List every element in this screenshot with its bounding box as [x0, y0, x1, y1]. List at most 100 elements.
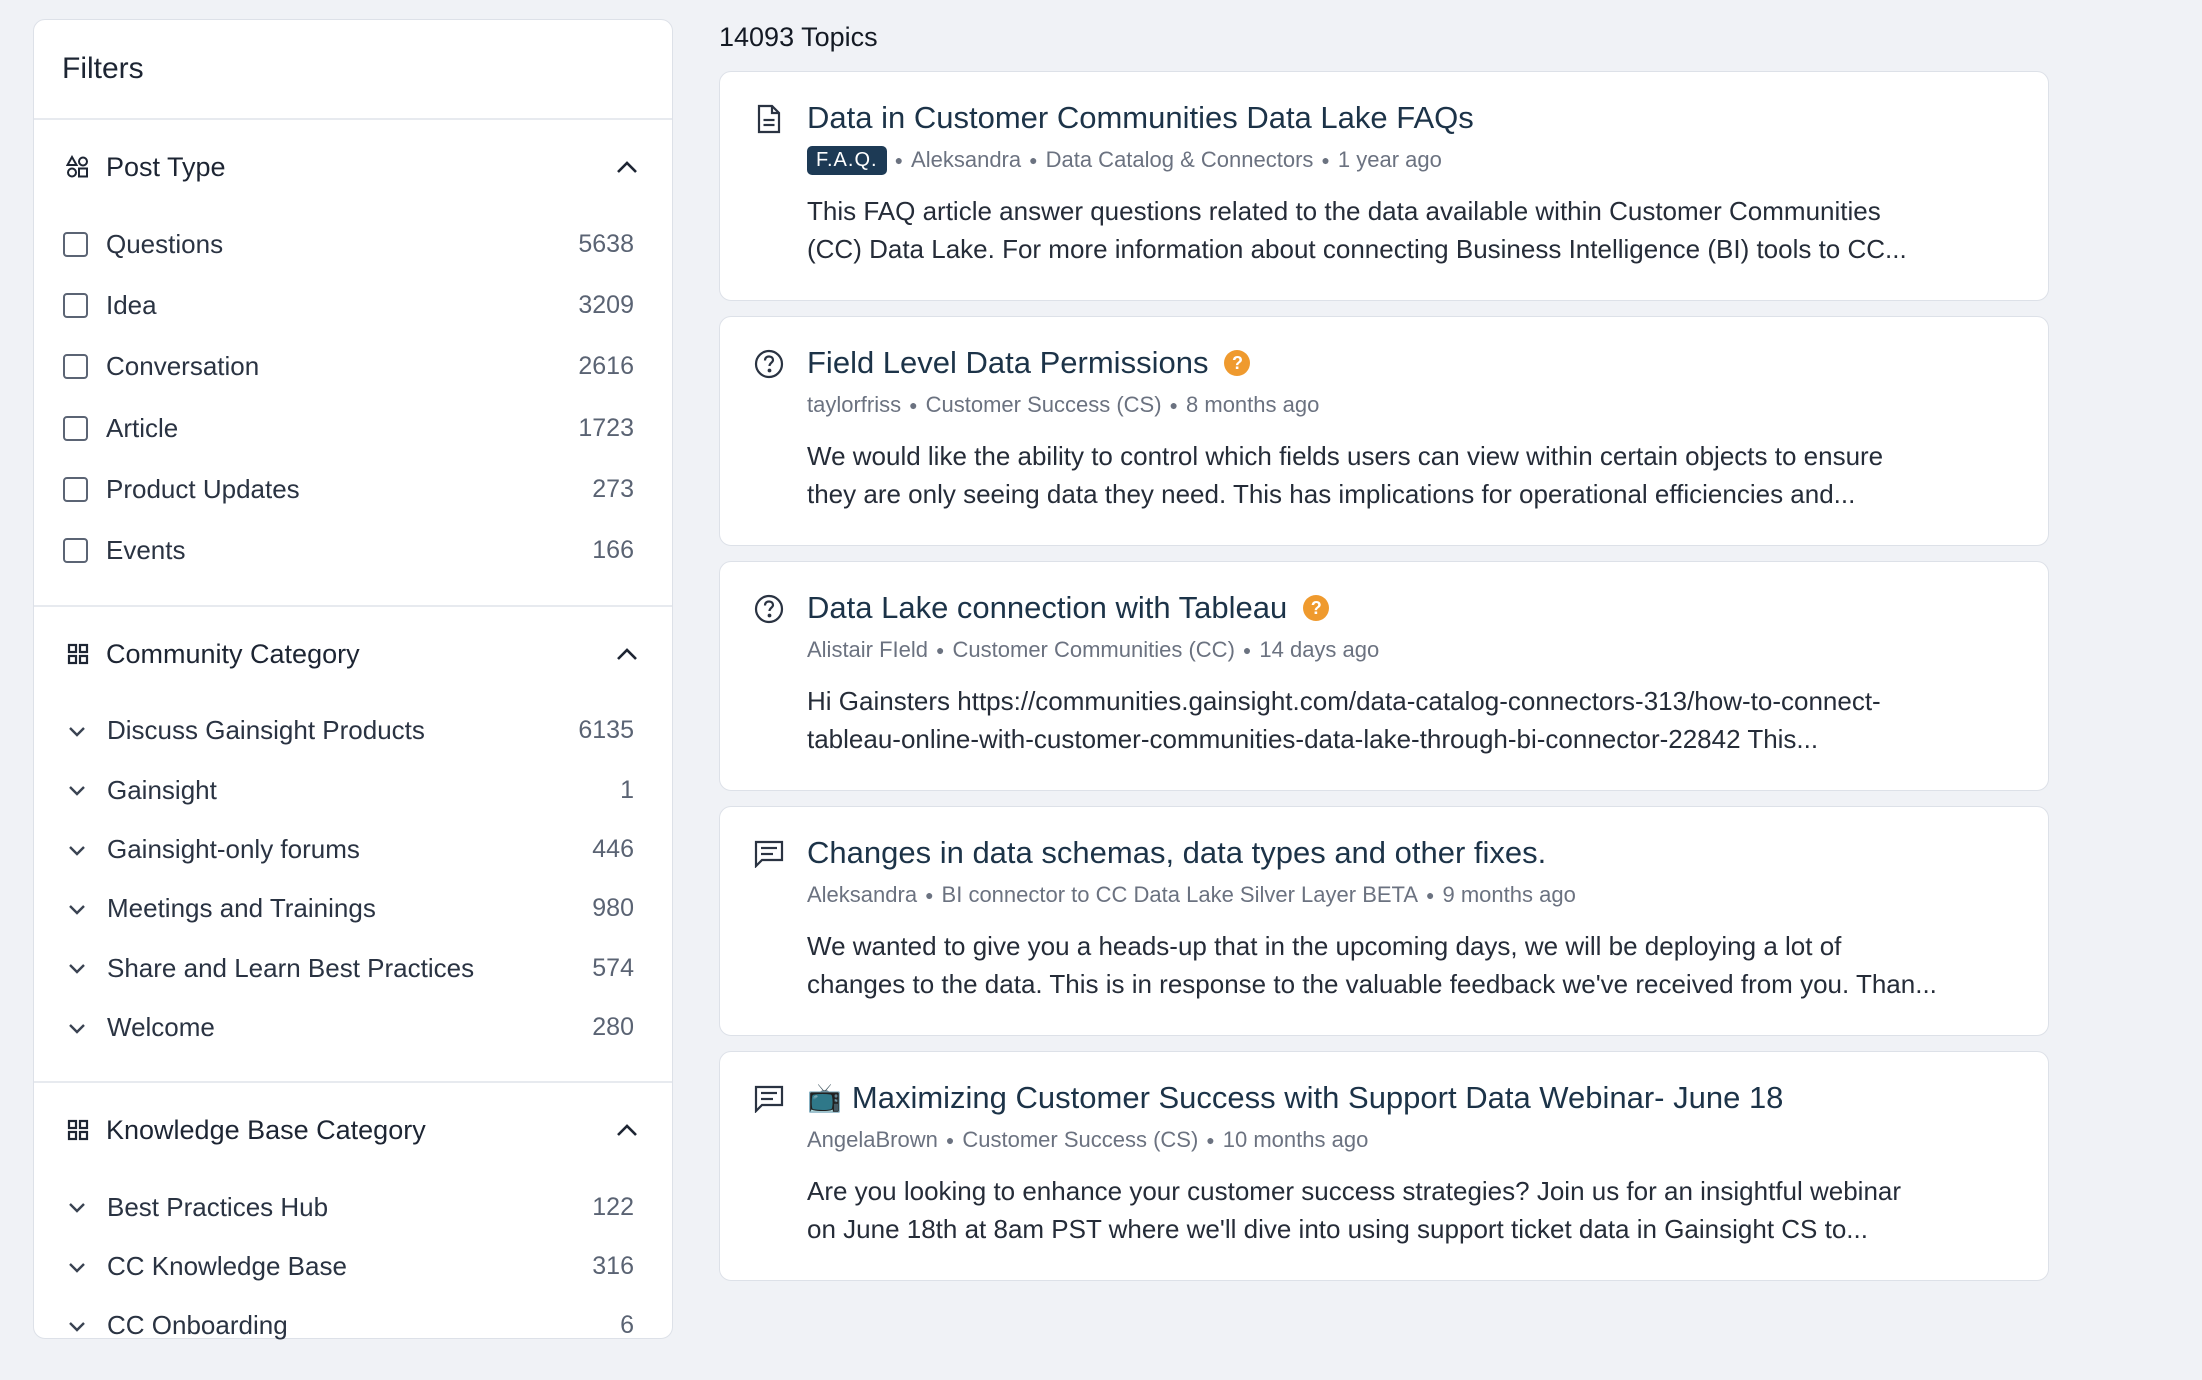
topic-author[interactable]: taylorfriss: [807, 392, 901, 418]
topic-meta: Alistair FIeld ● Customer Communities (C…: [807, 634, 2020, 666]
category-item[interactable]: Gainsight-only forums 446: [34, 820, 672, 879]
kb-category-list: Best Practices Hub 122 CC Knowledge Base…: [34, 1177, 672, 1379]
post-type-option-questions[interactable]: Questions 5638: [34, 214, 672, 275]
category-count: 6: [620, 1311, 634, 1340]
post-type-title: Post Type: [106, 151, 226, 182]
topic-title-text[interactable]: Changes in data schemas, data types and …: [807, 833, 1546, 873]
topic-author[interactable]: Aleksandra: [807, 882, 917, 908]
chevron-down-icon[interactable]: [63, 1014, 91, 1042]
conversation-icon: [752, 1082, 786, 1116]
post-type-option-conversation[interactable]: Conversation 2616: [34, 336, 672, 397]
topic-author[interactable]: AngelaBrown: [807, 1127, 938, 1153]
option-count: 3209: [578, 291, 634, 320]
category-label: Welcome: [107, 1012, 215, 1043]
chevron-down-icon[interactable]: [63, 895, 91, 923]
topic-card[interactable]: Changes in data schemas, data types and …: [719, 806, 2049, 1036]
separator-dot: ●: [1242, 642, 1252, 658]
question-badge-icon: ?: [1224, 350, 1251, 376]
topic-excerpt: We wanted to give you a heads-up that in…: [807, 927, 2020, 1003]
checkbox[interactable]: [63, 293, 88, 319]
category-item[interactable]: Welcome 280: [34, 998, 672, 1057]
topic-title[interactable]: Changes in data schemas, data types and …: [807, 833, 2020, 873]
topic-category[interactable]: Customer Communities (CC): [953, 637, 1235, 663]
topic-time: 10 months ago: [1222, 1127, 1369, 1152]
topic-category[interactable]: Customer Success (CS): [926, 392, 1162, 418]
category-item[interactable]: Gainsight 1: [34, 761, 672, 820]
topic-title-text[interactable]: Data Lake connection with Tableau: [807, 588, 1287, 628]
category-item[interactable]: Meetings and Trainings 980: [34, 879, 672, 938]
topic-meta: taylorfriss ● Customer Success (CS) ● 8 …: [807, 389, 2020, 421]
category-count: 980: [592, 894, 634, 923]
topic-title-text[interactable]: Maximizing Customer Success with Support…: [852, 1078, 1784, 1118]
chevron-down-icon[interactable]: [63, 1312, 91, 1340]
topic-title-text[interactable]: Data in Customer Communities Data Lake F…: [807, 98, 1474, 138]
topic-author[interactable]: Alistair FIeld: [807, 637, 928, 663]
category-label: Gainsight: [107, 774, 217, 805]
post-type-option-idea[interactable]: Idea 3209: [34, 275, 672, 336]
kb-category-section: Knowledge Base Category Best Practices H…: [34, 1083, 672, 1379]
chevron-down-icon[interactable]: [63, 1253, 91, 1281]
topic-time: 14 days ago: [1259, 637, 1380, 662]
category-item[interactable]: CC Onboarding 6: [34, 1296, 672, 1355]
filters-title: Filters: [34, 20, 672, 120]
option-label: Questions: [106, 229, 224, 260]
topic-title[interactable]: 📺 Maximizing Customer Success with Suppo…: [807, 1078, 2020, 1118]
kb-category-header[interactable]: Knowledge Base Category: [34, 1083, 672, 1177]
category-item[interactable]: CC Knowledge Base 316: [34, 1237, 672, 1296]
topic-category[interactable]: Customer Success (CS): [962, 1127, 1198, 1153]
topic-title[interactable]: Data in Customer Communities Data Lake F…: [807, 98, 2020, 138]
topic-meta: AngelaBrown ● Customer Success (CS) ● 10…: [807, 1124, 2020, 1156]
topic-time: 9 months ago: [1442, 882, 1576, 907]
option-label: Article: [106, 412, 179, 443]
chevron-down-icon[interactable]: [63, 1193, 91, 1221]
chevron-up-icon[interactable]: [610, 637, 644, 671]
option-label: Product Updates: [106, 473, 300, 504]
topic-body: Data in Customer Communities Data Lake F…: [807, 98, 2020, 268]
chevron-up-icon[interactable]: [610, 150, 644, 184]
separator-dot: ●: [945, 1132, 955, 1148]
checkbox[interactable]: [63, 415, 88, 441]
chevron-down-icon[interactable]: [63, 717, 91, 745]
community-category-list: Discuss Gainsight Products 6135 Gainsigh…: [34, 701, 672, 1081]
checkbox[interactable]: [63, 232, 88, 258]
topic-title-text[interactable]: Field Level Data Permissions: [807, 343, 1208, 383]
post-type-option-events[interactable]: Events 166: [34, 520, 672, 581]
post-type-option-product-updates[interactable]: Product Updates 273: [34, 459, 672, 520]
category-item[interactable]: Share and Learn Best Practices 574: [34, 939, 672, 998]
category-item[interactable]: Discuss Gainsight Products 6135: [34, 701, 672, 760]
checkbox[interactable]: [63, 538, 88, 564]
topic-category[interactable]: Data Catalog & Connectors: [1046, 147, 1314, 173]
excerpt-line: This FAQ article answer questions relate…: [807, 196, 1881, 226]
topic-meta: F.A.Q. ● Aleksandra ● Data Catalog & Con…: [807, 144, 2020, 176]
topic-title[interactable]: Data Lake connection with Tableau ?: [807, 588, 2020, 628]
post-type-header[interactable]: Post Type: [34, 120, 672, 214]
separator-dot: ●: [1426, 887, 1435, 903]
topic-card[interactable]: Data Lake connection with Tableau ? Alis…: [719, 561, 2049, 791]
checkbox[interactable]: [63, 476, 88, 502]
chevron-down-icon[interactable]: [63, 836, 91, 864]
category-label: CC Onboarding: [107, 1310, 288, 1341]
community-category-header[interactable]: Community Category: [34, 607, 672, 701]
category-item[interactable]: Best Practices Hub 122: [34, 1177, 672, 1236]
category-label: Discuss Gainsight Products: [107, 715, 425, 746]
category-count: 122: [592, 1192, 634, 1221]
category-count: 280: [592, 1013, 634, 1042]
excerpt-line: Hi Gainsters https://communities.gainsig…: [807, 686, 1881, 716]
checkbox[interactable]: [63, 354, 88, 380]
topic-title[interactable]: Field Level Data Permissions ?: [807, 343, 2020, 383]
category-label: Share and Learn Best Practices: [107, 952, 475, 983]
topic-card[interactable]: Data in Customer Communities Data Lake F…: [719, 71, 2049, 301]
chevron-up-icon[interactable]: [610, 1113, 644, 1147]
separator-dot: ●: [1321, 152, 1330, 168]
separator-dot: ●: [1169, 397, 1179, 413]
question-circle-icon: [752, 347, 786, 381]
topic-body: Data Lake connection with Tableau ? Alis…: [807, 588, 2020, 758]
chevron-down-icon[interactable]: [63, 954, 91, 982]
option-label: Conversation: [106, 351, 260, 382]
topic-author[interactable]: Aleksandra: [911, 147, 1021, 173]
chevron-down-icon[interactable]: [63, 776, 91, 804]
post-type-option-article[interactable]: Article 1723: [34, 398, 672, 459]
topic-category[interactable]: BI connector to CC Data Lake Silver Laye…: [942, 882, 1418, 908]
topic-card[interactable]: 📺 Maximizing Customer Success with Suppo…: [719, 1051, 2049, 1281]
topic-card[interactable]: Field Level Data Permissions ? taylorfri…: [719, 316, 2049, 546]
